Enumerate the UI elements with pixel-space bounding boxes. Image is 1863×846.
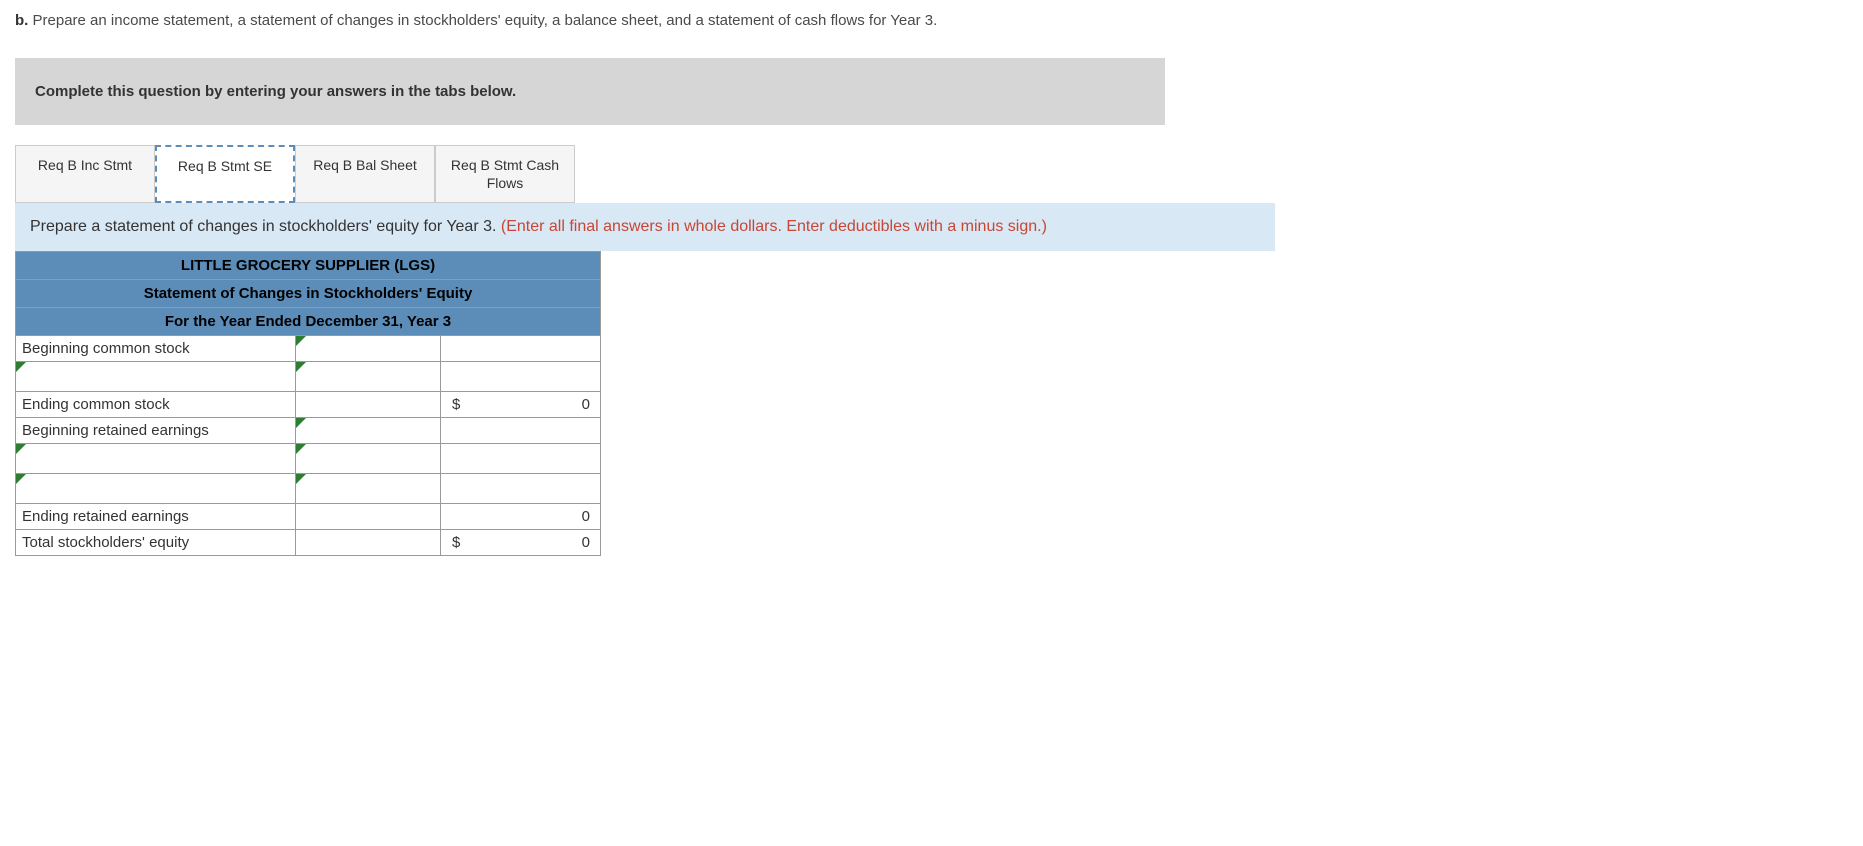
input-cell <box>296 503 441 529</box>
input-cell <box>296 391 441 417</box>
total-value: 0 <box>582 508 590 525</box>
total-value: 0 <box>582 534 590 551</box>
row-label-input[interactable] <box>16 443 296 473</box>
row-label-input[interactable] <box>16 473 296 503</box>
tab-inc-stmt[interactable]: Req B Inc Stmt <box>15 145 155 203</box>
input-cell[interactable] <box>296 335 441 361</box>
total-cell <box>441 361 601 391</box>
question-body: Prepare an income statement, a statement… <box>28 12 937 29</box>
dollar-sign: $ <box>452 396 460 413</box>
input-cell[interactable] <box>296 361 441 391</box>
tabs-container: Req B Inc Stmt Req B Stmt SE Req B Bal S… <box>15 145 1848 203</box>
tab-cash-flows[interactable]: Req B Stmt Cash Flows <box>435 145 575 203</box>
total-cell: 0 <box>441 503 601 529</box>
question-prompt: b. Prepare an income statement, a statem… <box>15 10 1848 33</box>
input-cell[interactable] <box>296 417 441 443</box>
tab-content-panel: Prepare a statement of changes in stockh… <box>15 203 1275 251</box>
table-row <box>16 443 601 473</box>
table-row: Beginning retained earnings <box>16 417 601 443</box>
total-cell <box>441 335 601 361</box>
instruction-text: Complete this question by entering your … <box>35 83 516 100</box>
row-label: Ending common stock <box>16 391 296 417</box>
tab-content-main: Prepare a statement of changes in stockh… <box>30 218 501 235</box>
total-cell <box>441 443 601 473</box>
instruction-box: Complete this question by entering your … <box>15 58 1165 125</box>
total-cell <box>441 417 601 443</box>
row-label-input[interactable] <box>16 361 296 391</box>
worksheet-title-1: LITTLE GROCERY SUPPLIER (LGS) <box>16 251 601 279</box>
total-cell: $0 <box>441 391 601 417</box>
table-row <box>16 473 601 503</box>
table-row <box>16 361 601 391</box>
table-row: Ending retained earnings 0 <box>16 503 601 529</box>
worksheet-title-2: Statement of Changes in Stockholders' Eq… <box>16 279 601 307</box>
total-value: 0 <box>582 396 590 413</box>
worksheet-table: LITTLE GROCERY SUPPLIER (LGS) Statement … <box>15 251 601 556</box>
row-label: Ending retained earnings <box>16 503 296 529</box>
row-label: Beginning common stock <box>16 335 296 361</box>
row-label: Beginning retained earnings <box>16 417 296 443</box>
total-cell: $0 <box>441 529 601 555</box>
table-row: Total stockholders' equity $0 <box>16 529 601 555</box>
dollar-sign: $ <box>452 534 460 551</box>
worksheet-title-3: For the Year Ended December 31, Year 3 <box>16 307 601 335</box>
input-cell[interactable] <box>296 443 441 473</box>
input-cell[interactable] <box>296 473 441 503</box>
row-label: Total stockholders' equity <box>16 529 296 555</box>
tab-bal-sheet[interactable]: Req B Bal Sheet <box>295 145 435 203</box>
tab-stmt-se[interactable]: Req B Stmt SE <box>155 145 295 203</box>
table-row: Beginning common stock <box>16 335 601 361</box>
total-cell <box>441 473 601 503</box>
tab-content-hint: (Enter all final answers in whole dollar… <box>501 218 1047 235</box>
question-label: b. <box>15 12 28 29</box>
input-cell <box>296 529 441 555</box>
table-row: Ending common stock $0 <box>16 391 601 417</box>
